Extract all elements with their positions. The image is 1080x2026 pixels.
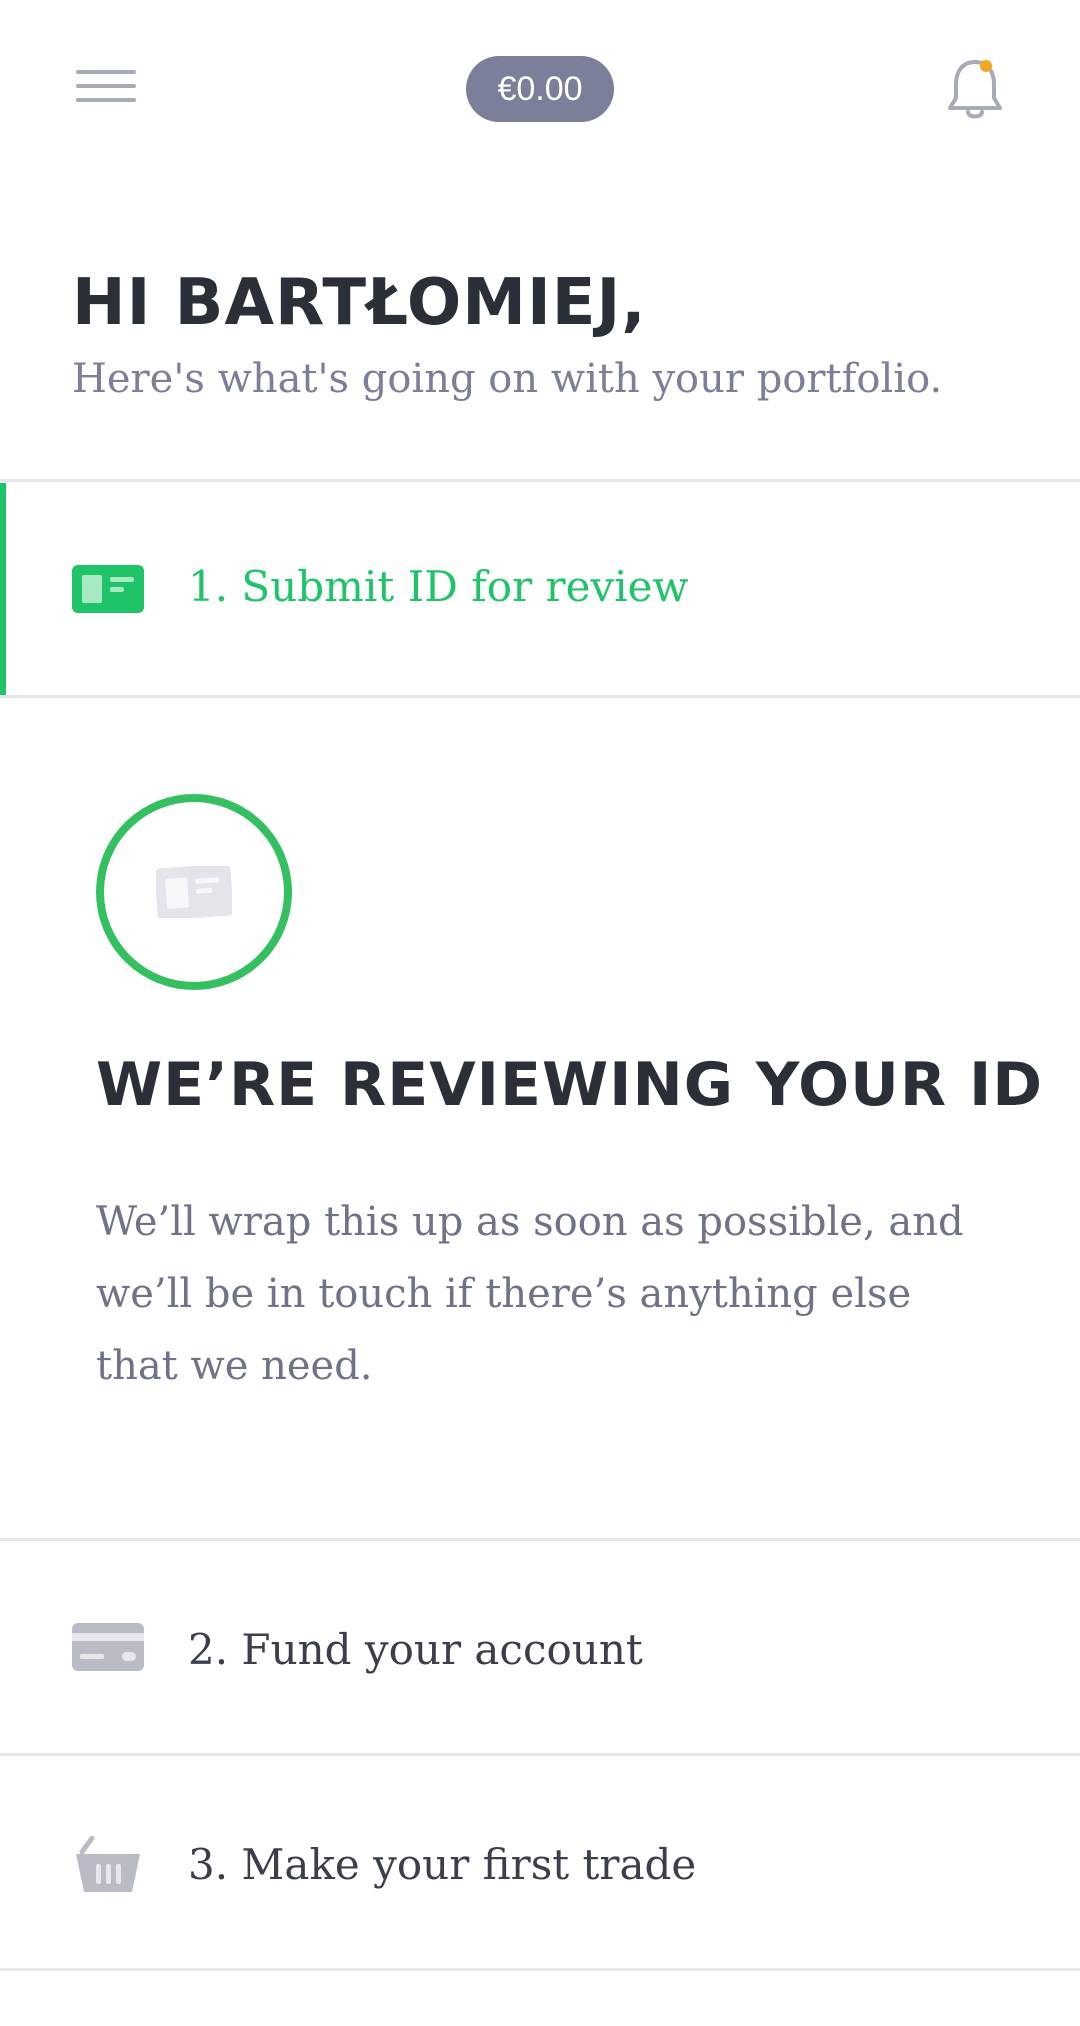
basket-icon: [76, 1836, 140, 1892]
step-fund-account-label: 2. Fund your account: [188, 1625, 643, 1674]
review-status-ring: [96, 794, 292, 990]
divider: [0, 1968, 1080, 1971]
greeting-heading: HI BARTŁOMIEJ: [72, 266, 647, 340]
id-card-icon: [156, 866, 232, 918]
notifications-button[interactable]: [946, 56, 1004, 122]
notification-dot: [980, 60, 992, 72]
review-title: WE’RE REVIEWING YOUR ID: [96, 1050, 1044, 1120]
greeting-subtitle: Here's what's going on with your portfol…: [72, 356, 943, 402]
credit-card-icon: [72, 1623, 144, 1671]
id-card-icon: [72, 565, 144, 613]
step-first-trade[interactable]: 3. Make your first trade: [0, 1756, 1080, 1968]
step-submit-id-label: 1. Submit ID for review: [188, 562, 689, 611]
menu-button[interactable]: [76, 68, 136, 108]
review-description: We’ll wrap this up as soon as possible, …: [96, 1199, 964, 1389]
divider: [0, 479, 1080, 482]
bell-icon: [948, 60, 1002, 119]
hamburger-menu-icon: [76, 70, 136, 74]
step-fund-account[interactable]: 2. Fund your account: [0, 1541, 1080, 1753]
balance-pill[interactable]: €0.00: [466, 56, 614, 122]
step-first-trade-label: 3. Make your first trade: [188, 1840, 697, 1889]
divider: [0, 695, 1080, 698]
